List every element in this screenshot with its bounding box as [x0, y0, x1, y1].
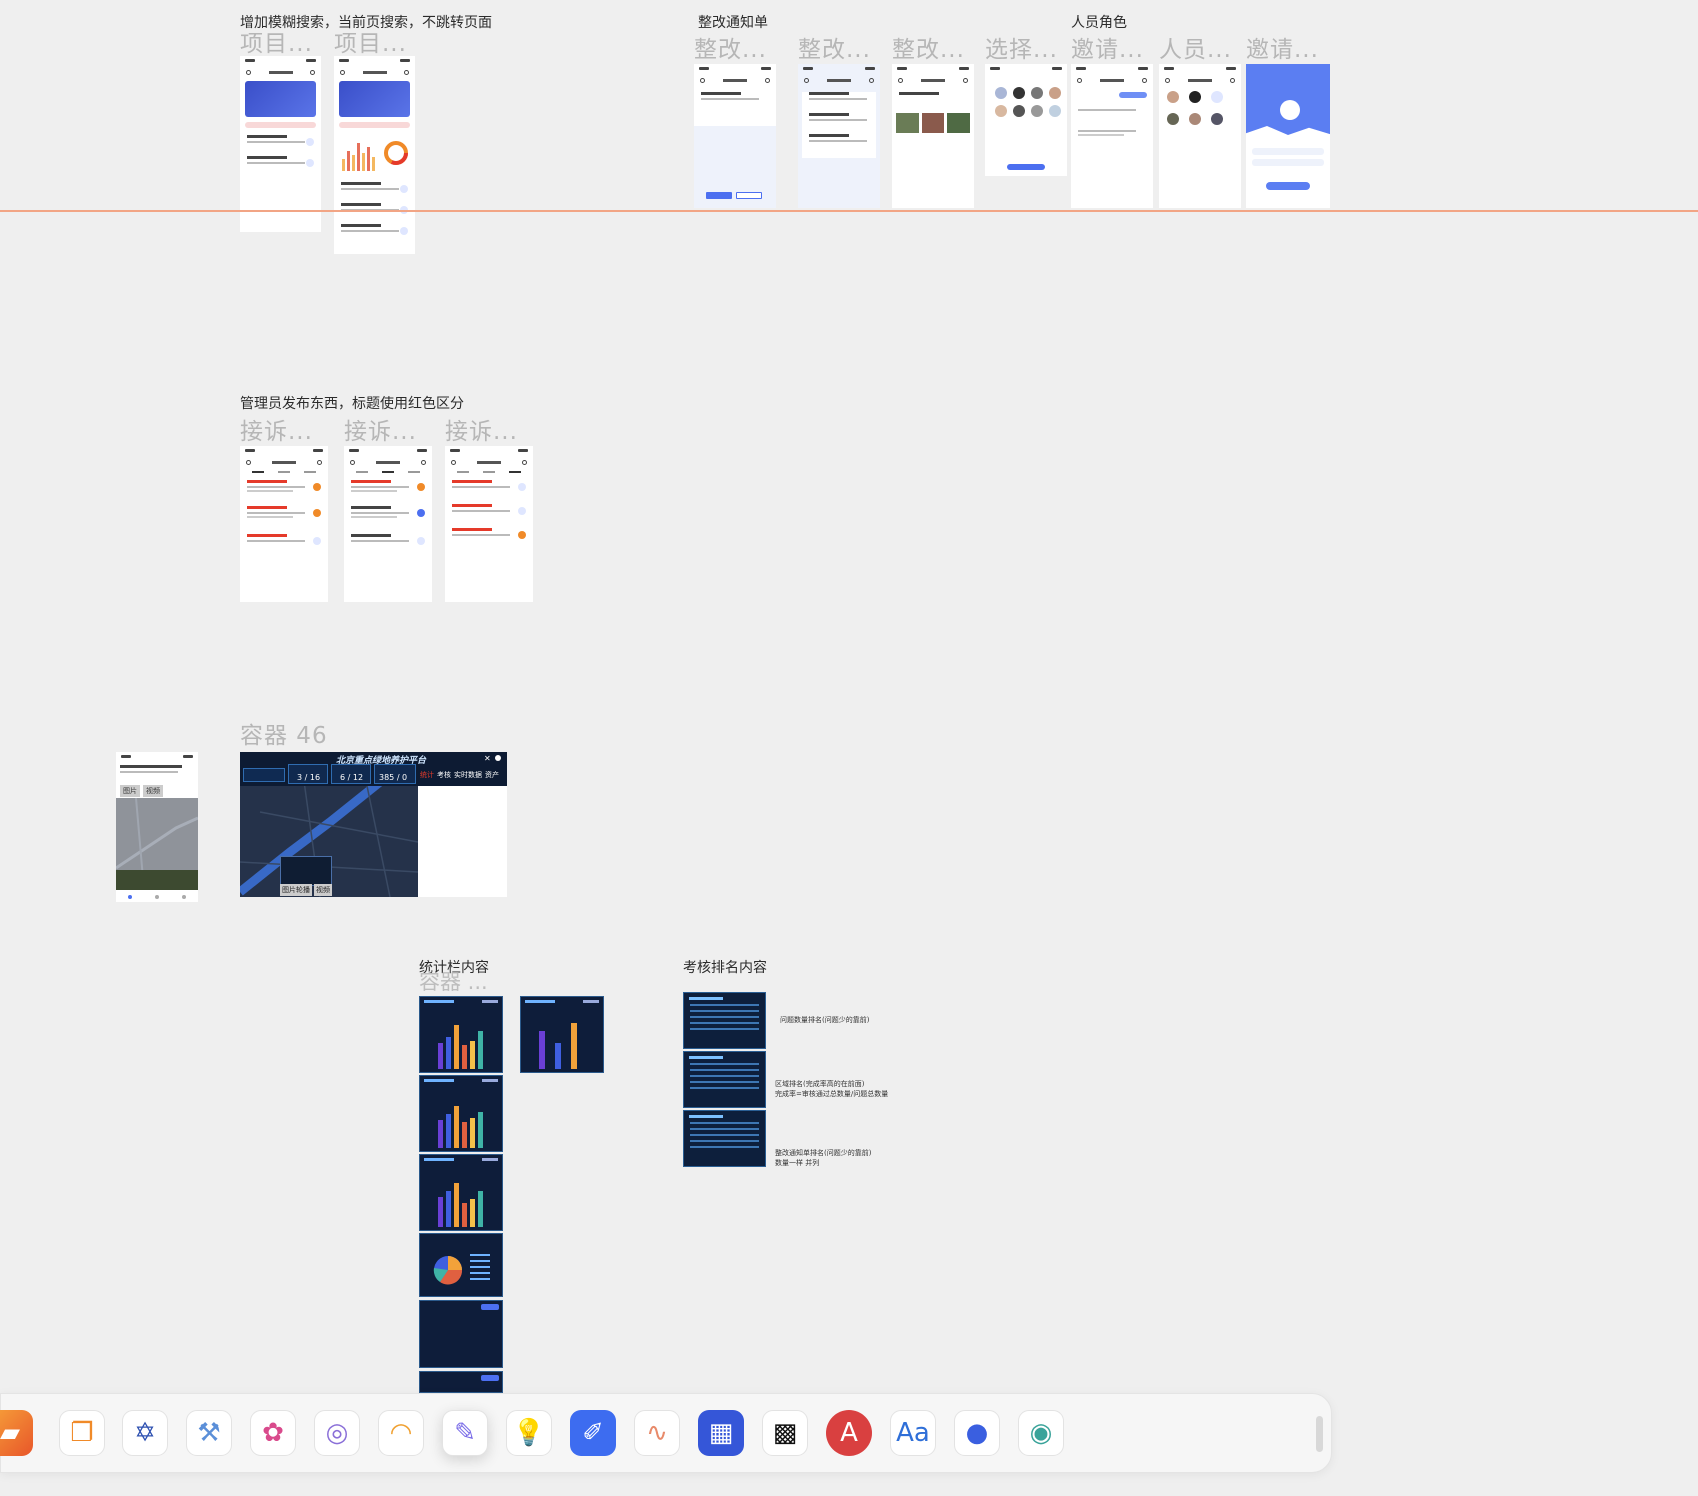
tab-list-icon[interactable] [154, 895, 159, 899]
frame-label[interactable]: 项目... [334, 24, 407, 58]
side-image-button[interactable]: 图片 [120, 785, 140, 797]
note-rectify-notice: 整改通知单 [698, 15, 768, 31]
frame-label[interactable]: 选择... [985, 30, 1058, 64]
table-app-icon[interactable]: ▦ [698, 1410, 744, 1456]
carousel-button[interactable]: 图片轮播 [280, 884, 312, 896]
dictionary-app-icon[interactable]: Aa [890, 1410, 936, 1456]
frame-label[interactable]: 接诉... [445, 412, 518, 446]
lightbulb-app-icon[interactable]: 💡 [506, 1410, 552, 1456]
rank-panel [683, 992, 766, 1049]
frame-label[interactable]: 整改... [694, 30, 767, 64]
frame-label[interactable]: 整改... [798, 30, 871, 64]
bar-panel [520, 996, 604, 1073]
note-rank-content: 考核排名内容 [683, 960, 767, 976]
frame-label[interactable]: 接诉... [240, 412, 313, 446]
frame-label[interactable]: 项目... [240, 24, 313, 58]
frame-invite-form[interactable] [1071, 64, 1153, 208]
frame-label[interactable]: 邀请... [1071, 30, 1144, 64]
frame-select-person[interactable] [985, 64, 1067, 176]
stat-value: 3 / 16 [297, 773, 321, 782]
rank-desc: 问题数量排名(问题少的靠前) [780, 1016, 870, 1024]
bar-panel [419, 1154, 503, 1231]
maps-app-icon[interactable]: ▰ [0, 1410, 33, 1456]
frame-complaint-processing[interactable] [344, 446, 432, 602]
frame-label[interactable]: 容器 ... [419, 966, 488, 996]
rank-desc: 数量一样 并列 [775, 1159, 820, 1167]
rank-panel [683, 1110, 766, 1167]
text-size-app-icon[interactable]: A [826, 1410, 872, 1456]
frame-invite-login[interactable] [1246, 64, 1330, 208]
rank-desc: 完成率=审核通过总数量/问题总数量 [775, 1090, 889, 1098]
frame-rectify-list[interactable] [798, 64, 880, 208]
frame-rectify-form[interactable] [694, 64, 776, 208]
close-icon[interactable]: ✕ [484, 754, 491, 763]
frame-complaint-done[interactable] [445, 446, 533, 602]
tab-stats[interactable]: 统计 [420, 770, 434, 780]
frame-project-list[interactable] [240, 56, 321, 232]
bar-panel [419, 1075, 503, 1152]
star-of-david-app-icon[interactable]: ✡ [122, 1410, 168, 1456]
frame-rectify-detail[interactable] [892, 64, 974, 208]
side-video-button[interactable]: 视频 [143, 785, 163, 797]
note-person-role: 人员角色 [1071, 15, 1127, 31]
spiral-app-icon[interactable]: ◎ [314, 1410, 360, 1456]
frame-label[interactable]: 容器 46 [240, 716, 328, 750]
pencil-app-icon[interactable]: ✎ [442, 1410, 488, 1456]
bar-panel [419, 996, 503, 1073]
frame-label[interactable]: 接诉... [344, 412, 417, 446]
guide-line [0, 210, 1698, 212]
mini-chart [340, 133, 409, 175]
dock-scrollbar[interactable] [1316, 1416, 1323, 1452]
pinwheel-photos-app-icon[interactable]: ✿ [250, 1410, 296, 1456]
tab-assets[interactable]: 资产 [485, 770, 499, 780]
tab-assessment[interactable]: 考核 [437, 770, 451, 780]
xcode-tools-app-icon[interactable]: ⚒ [186, 1410, 232, 1456]
blue-circle-app-icon[interactable]: ● [954, 1410, 1000, 1456]
layers-app-icon[interactable]: ❐ [59, 1410, 105, 1456]
user-icon[interactable] [495, 755, 501, 761]
tab-home-icon[interactable] [127, 895, 132, 899]
qr-code-app-icon[interactable]: ▩ [762, 1410, 808, 1456]
map-area[interactable] [116, 797, 198, 891]
video-button[interactable]: 视频 [314, 884, 332, 896]
tab-realtime[interactable]: 实时数据 [454, 770, 482, 780]
frame-label[interactable]: 邀请... [1246, 30, 1319, 64]
rank-desc: 整改通知单排名(问题少的靠前) [775, 1149, 872, 1157]
ink-signature-app-icon[interactable]: ∿ [634, 1410, 680, 1456]
frog-app-icon[interactable]: ◉ [1018, 1410, 1064, 1456]
dock: ▰ ❐ ✡ ⚒ ✿ ◎ ◠ ✎ 💡 ✐ ∿ ▦ ▩ A Aa ● ◉ [0, 1393, 1332, 1473]
edit-pencil-app-icon[interactable]: ✐ [570, 1410, 616, 1456]
line-panel [419, 1371, 503, 1393]
line-panel [419, 1300, 503, 1368]
frame-complaint-pending[interactable] [240, 446, 328, 602]
frame-project-detail[interactable] [334, 56, 415, 254]
frame-side-phone-map[interactable]: 图片 视频 [116, 752, 198, 902]
pie-panel [419, 1233, 503, 1297]
stat-value: 6 / 12 [340, 773, 364, 782]
rank-desc: 区域排名(完成率高的在前面) [775, 1080, 865, 1088]
frame-person-role[interactable] [1159, 64, 1241, 208]
note-admin-publish: 管理员发布东西，标题使用红色区分 [240, 396, 464, 412]
frame-label[interactable]: 整改... [892, 30, 965, 64]
rank-panel [683, 1051, 766, 1108]
tab-user-icon[interactable] [182, 895, 187, 899]
rainbow-app-icon[interactable]: ◠ [378, 1410, 424, 1456]
stat-value: 385 / 0 [379, 773, 408, 782]
frame-dashboard[interactable]: 图片轮播 视频 北京重点绿地养护平台 3 / 16 6 / 12 385 / 0… [240, 752, 507, 897]
frame-label[interactable]: 人员... [1159, 30, 1232, 64]
